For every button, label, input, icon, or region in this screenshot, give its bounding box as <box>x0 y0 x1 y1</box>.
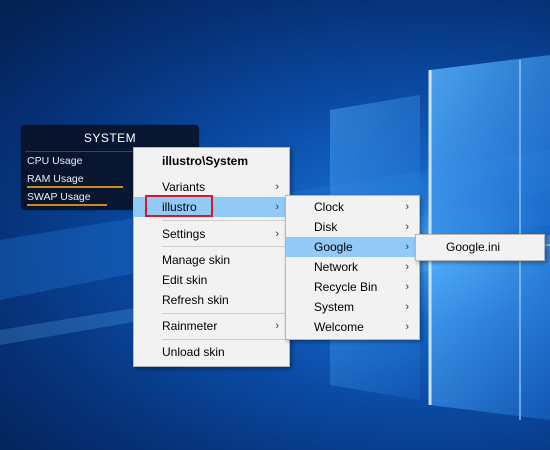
menu-item-label: illustro <box>162 200 197 214</box>
menu-item-label: Settings <box>162 227 206 241</box>
chevron-right-icon: › <box>405 261 409 273</box>
menu-item-label: System <box>314 300 355 314</box>
menu-item-illustro[interactable]: illustro › <box>134 197 289 217</box>
menu-item-edit-skin[interactable]: Edit skin <box>134 270 289 290</box>
menu-item-label: Disk <box>314 220 338 234</box>
chevron-right-icon: › <box>405 281 409 293</box>
chevron-right-icon: › <box>405 201 409 213</box>
ram-usage-label: RAM Usage <box>27 173 84 185</box>
menu-item-settings[interactable]: Settings › <box>134 224 289 244</box>
menu-item-label: Recycle Bin <box>314 280 378 294</box>
chevron-right-icon: › <box>405 301 409 313</box>
menu-item-label: Unload skin <box>162 345 225 359</box>
menu-header-skin-name: illustro\System <box>162 154 249 168</box>
menu-item-label: Variants <box>162 180 206 194</box>
menu-item-rainmeter[interactable]: Rainmeter › <box>134 316 289 336</box>
submenu-item-welcome[interactable]: Welcome › <box>286 317 419 337</box>
chevron-right-icon: › <box>275 181 279 193</box>
submenu-item-network[interactable]: Network › <box>286 257 419 277</box>
skin-context-menu: illustro\System Variants › illustro › Se… <box>133 147 290 367</box>
chevron-right-icon: › <box>275 320 279 332</box>
submenu-item-disk[interactable]: Disk › <box>286 217 419 237</box>
chevron-right-icon: › <box>405 221 409 233</box>
menu-item-label: Edit skin <box>162 273 208 287</box>
chevron-right-icon: › <box>275 201 279 213</box>
menu-item-label: Manage skin <box>162 253 231 267</box>
submenu-item-system[interactable]: System › <box>286 297 419 317</box>
ram-usage-bar <box>27 186 123 188</box>
submenu-item-clock[interactable]: Clock › <box>286 197 419 217</box>
menu-item-label: Refresh skin <box>162 293 229 307</box>
cpu-usage-label: CPU Usage <box>27 155 83 167</box>
submenu-item-google-ini[interactable]: Google.ini <box>416 237 544 257</box>
chevron-right-icon: › <box>405 241 409 253</box>
chevron-right-icon: › <box>275 228 279 240</box>
menu-item-label: Google <box>314 240 353 254</box>
illustro-submenu: Clock › Disk › Google › Network › Recycl… <box>285 195 420 340</box>
swap-usage-bar <box>27 204 107 206</box>
menu-item-label: Rainmeter <box>162 319 218 333</box>
menu-separator <box>162 313 287 314</box>
menu-item-label: Welcome <box>314 320 364 334</box>
google-submenu: Google.ini <box>415 234 545 261</box>
menu-item-manage-skin[interactable]: Manage skin <box>134 250 289 270</box>
menu-item-refresh-skin[interactable]: Refresh skin <box>134 290 289 310</box>
chevron-right-icon: › <box>405 321 409 333</box>
menu-item-label: Google.ini <box>446 240 501 254</box>
menu-item-label: Network <box>314 260 359 274</box>
menu-separator <box>162 220 287 221</box>
swap-usage-label: SWAP Usage <box>27 191 91 203</box>
widget-title: SYSTEM <box>83 131 137 145</box>
menu-item-unload-skin[interactable]: Unload skin <box>134 342 289 362</box>
menu-separator <box>162 339 287 340</box>
menu-item-variants[interactable]: Variants › <box>134 177 289 197</box>
submenu-item-recycle-bin[interactable]: Recycle Bin › <box>286 277 419 297</box>
submenu-item-google[interactable]: Google › <box>286 237 419 257</box>
menu-item-label: Clock <box>314 200 345 214</box>
menu-separator <box>162 246 287 247</box>
